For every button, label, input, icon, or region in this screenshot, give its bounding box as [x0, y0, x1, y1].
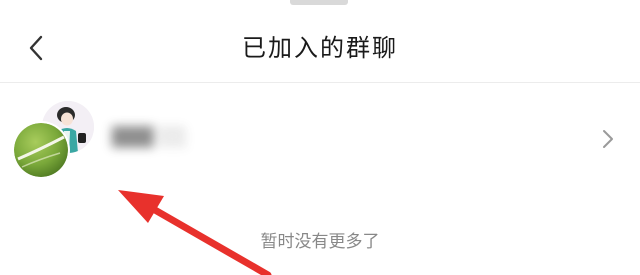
member-avatar-tennis	[14, 123, 68, 177]
page-title: 已加入的群聊	[242, 34, 398, 62]
group-name: ███ ░░	[112, 127, 187, 148]
group-list-item[interactable]: ███ ░░	[0, 83, 640, 195]
chevron-right-icon	[598, 127, 618, 151]
page-header: 已加入的群聊	[0, 0, 640, 83]
group-avatar	[14, 101, 96, 179]
no-more-hint: 暂时没有更多了	[260, 232, 380, 252]
